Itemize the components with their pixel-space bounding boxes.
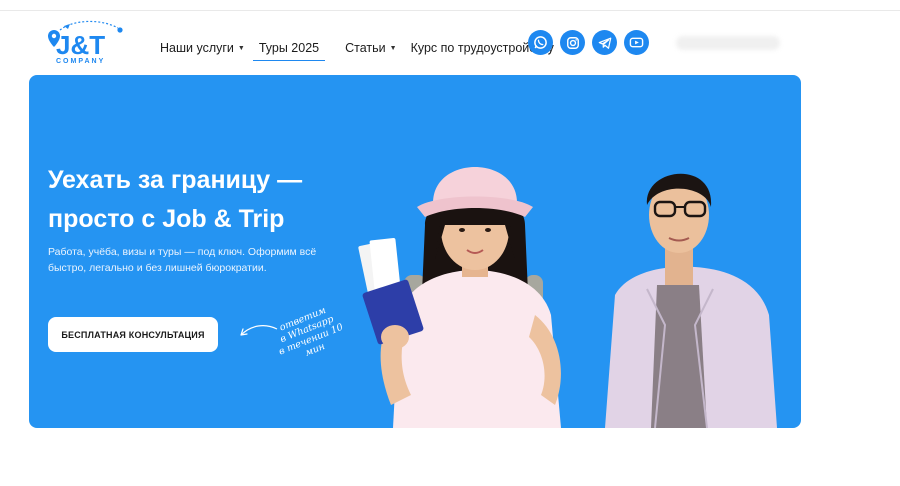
hero-title-line-1: Уехать за границу — — [48, 166, 303, 194]
social-links — [528, 30, 649, 55]
telegram-icon[interactable] — [592, 30, 617, 55]
caret-down-icon: ▼ — [237, 44, 245, 52]
top-divider — [0, 10, 900, 11]
nav-item-label: Наши услуги — [160, 41, 234, 55]
phone-number-blurred[interactable] — [676, 36, 780, 50]
hero-title-line-2: просто с Job & Trip — [48, 205, 285, 233]
nav-item-label: Туры 2025 — [258, 41, 320, 55]
nav-item-articles[interactable]: Статьи ▼ — [345, 41, 396, 55]
whatsapp-icon[interactable] — [528, 30, 553, 55]
free-consultation-button[interactable]: БЕСПЛАТНАЯ КОНСУЛЬТАЦИЯ — [48, 317, 218, 352]
svg-text:J&T: J&T — [56, 30, 105, 60]
caret-down-icon: ▼ — [389, 44, 397, 52]
hero-title: Уехать за границу — просто с Job & Trip — [48, 161, 348, 239]
nav-item-tours[interactable]: Туры 2025 — [252, 41, 326, 61]
main-navigation: Наши услуги ▼ Туры 2025 Статьи ▼ Курс по… — [160, 35, 554, 61]
hero-banner: Уехать за границу — просто с Job & Trip … — [29, 75, 801, 428]
hero-subtitle: Работа, учёба, визы и туры — под ключ. О… — [48, 246, 317, 274]
logo-subtitle: COMPANY — [56, 58, 106, 65]
instagram-icon[interactable] — [560, 30, 585, 55]
youtube-icon[interactable] — [624, 30, 649, 55]
travelers-photo — [358, 167, 777, 428]
nav-item-label: Статьи — [345, 41, 386, 55]
nav-item-services[interactable]: Наши услуги ▼ — [160, 41, 245, 55]
